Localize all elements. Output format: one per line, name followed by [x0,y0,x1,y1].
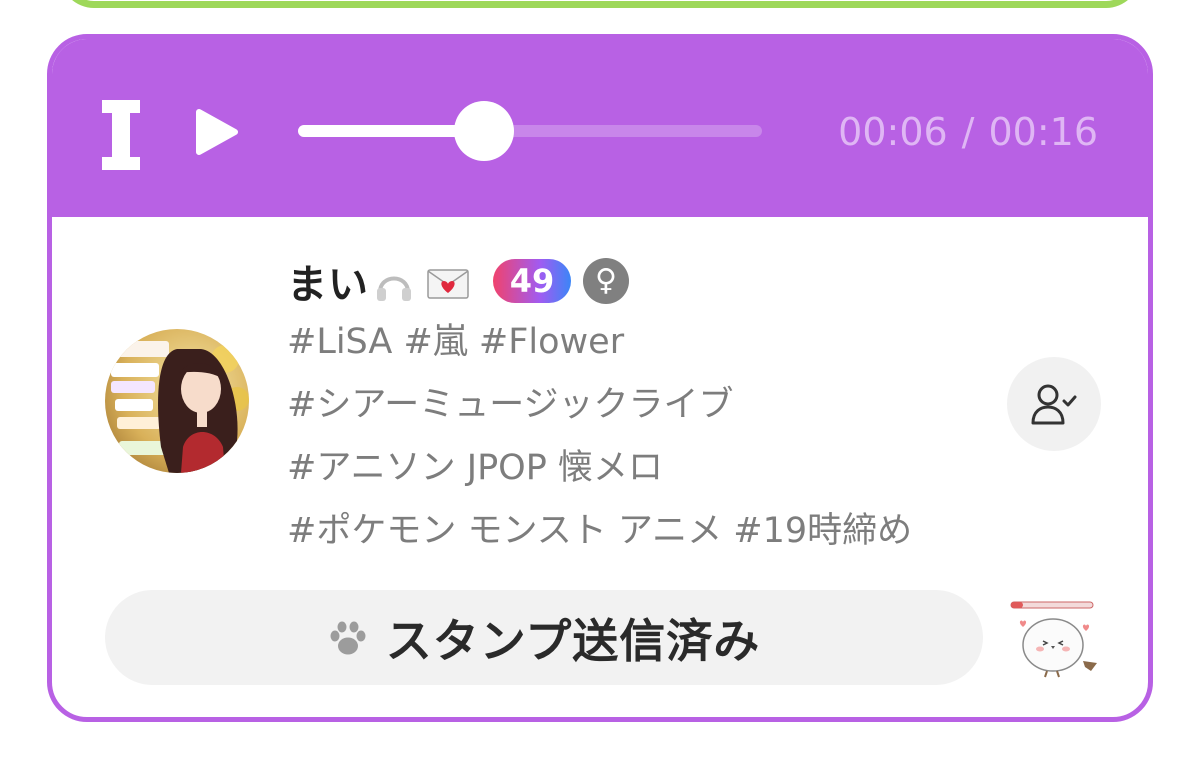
tag-line: #LiSA #嵐 #Flower [287,322,625,362]
love-letter-icon [427,269,469,299]
user-name: まい [287,262,369,308]
current-time: 00:06 [838,110,948,154]
level-badge: 49 [493,259,571,303]
headphones-icon [377,276,411,301]
total-time: 00:16 [988,110,1098,154]
profile-name-row: まい 49 ♀ [287,253,629,309]
avatar[interactable] [105,329,249,473]
follow-status-button[interactable] [1007,357,1101,451]
tag-line: #ポケモン モンスト アニメ #19時締め [287,511,913,551]
tag-line: #アニソン JPOP 懐メロ [287,448,663,488]
time-separator: / [961,110,975,154]
previous-card-edge [60,0,1140,8]
voice-profile-card: 00:06 / 00:16 まい 49 ♀ #LiSA #嵐 #Flower #シア… [47,34,1153,722]
stamp-sent-button[interactable]: スタンプ送信済み [105,590,983,685]
paw-icon [330,621,366,654]
gender-badge: ♀ [583,258,629,304]
profile-tags: #LiSA #嵐 #Flower #シアーミュージックライブ #アニソン JPO… [287,311,1007,563]
stamp-sent-label: スタンプ送信済み [385,613,761,668]
audio-player-bar: 00:06 / 00:16 [52,39,1148,217]
playback-progress-slider[interactable] [298,101,762,161]
user-followed-icon [1031,384,1077,425]
playback-time: 00:06 / 00:16 [838,109,1098,155]
playback-slider-thumb[interactable] [453,101,514,161]
bird-sticker-icon[interactable] [1007,599,1099,681]
tag-line: #シアーミュージックライブ [287,385,734,425]
play-icon[interactable] [195,108,239,156]
female-icon: ♀ [595,263,617,298]
brand-logo-icon [102,100,140,170]
